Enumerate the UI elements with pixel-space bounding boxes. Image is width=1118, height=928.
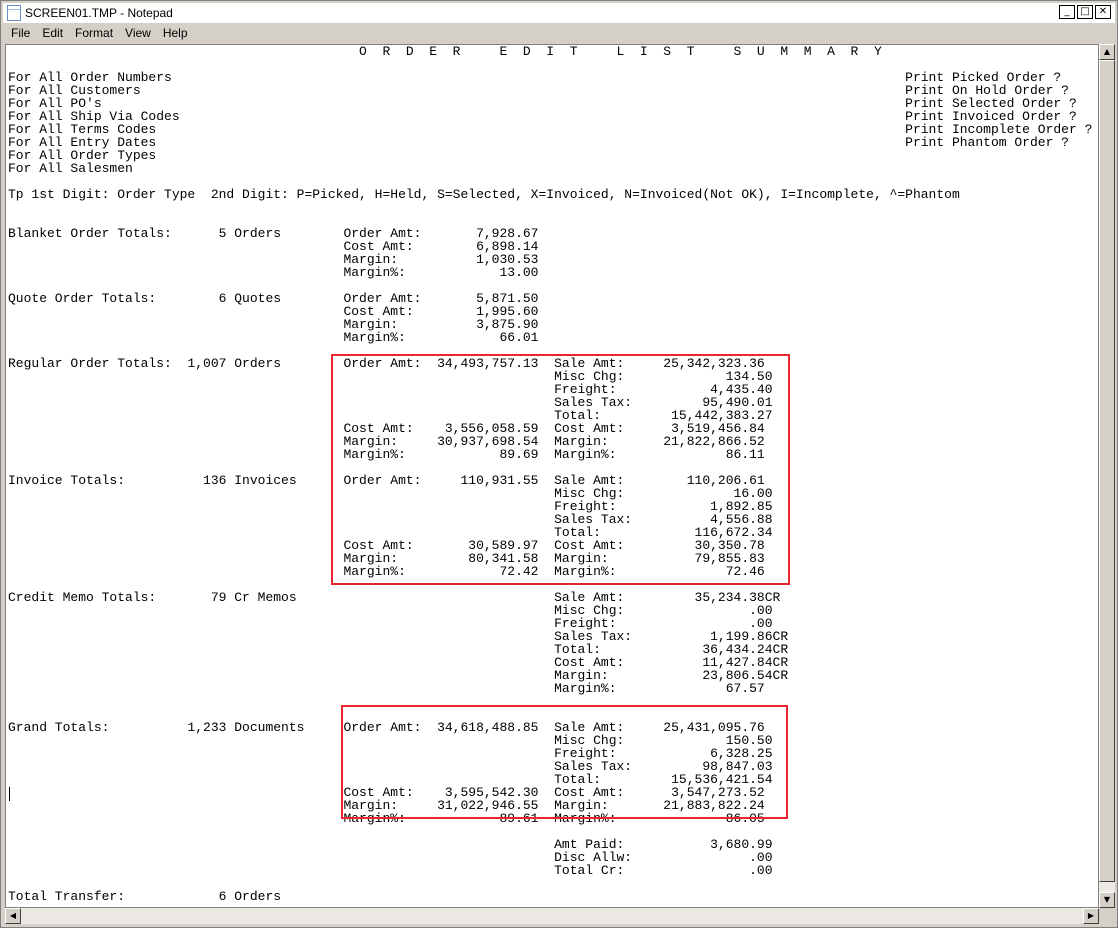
menu-format[interactable]: Format xyxy=(69,26,119,40)
report-line: For All Salesmen xyxy=(8,161,133,176)
text-editor[interactable]: O R D E R E D I T L I S T S U M M A R Y … xyxy=(5,44,1099,908)
minimize-button[interactable]: _ xyxy=(1059,5,1075,19)
window-controls: _ □ ✕ xyxy=(1059,5,1111,19)
scroll-up-button[interactable]: ▲ xyxy=(1099,44,1115,60)
menu-file[interactable]: File xyxy=(3,26,36,40)
report-line: Margin%: 13.00 xyxy=(8,265,539,280)
maximize-button[interactable]: □ xyxy=(1077,5,1093,19)
scroll-right-button[interactable]: ▶ xyxy=(1083,908,1099,924)
size-grip[interactable] xyxy=(1099,908,1115,924)
notepad-icon xyxy=(7,5,21,21)
vertical-scroll-thumb[interactable] xyxy=(1099,60,1115,882)
horizontal-scrollbar[interactable]: ◀ ▶ xyxy=(5,908,1099,924)
report-line: Total Transfer: 6 Orders xyxy=(8,889,282,904)
report-line: Margin%: 66.01 xyxy=(8,330,539,345)
report-line: Margin%: 67.57 xyxy=(8,681,765,696)
report-line: Total Cr: .00 xyxy=(8,863,773,878)
window-title: SCREEN01.TMP - Notepad xyxy=(25,6,173,20)
vertical-scrollbar[interactable]: ▲ ▼ xyxy=(1099,44,1115,908)
report-line: O R D E R E D I T L I S T S U M M A R Y xyxy=(8,44,882,59)
report-line: For All Entry Dates Print Phantom Order … xyxy=(8,135,1099,150)
regular-invoice-highlight-box xyxy=(331,354,790,585)
notepad-window: SCREEN01.TMP - Notepad _ □ ✕ File Edit F… xyxy=(0,0,1118,928)
menu-view[interactable]: View xyxy=(119,26,157,40)
scroll-down-button[interactable]: ▼ xyxy=(1099,892,1115,908)
close-button[interactable]: ✕ xyxy=(1095,5,1111,19)
menu-edit[interactable]: Edit xyxy=(36,26,69,40)
menu-bar: File Edit Format View Help xyxy=(3,24,1115,42)
title-bar[interactable]: SCREEN01.TMP - Notepad _ □ ✕ xyxy=(3,3,1115,23)
menu-help[interactable]: Help xyxy=(157,26,194,40)
text-caret xyxy=(9,787,10,801)
scroll-left-button[interactable]: ◀ xyxy=(5,908,21,924)
grand-totals-highlight-box xyxy=(341,705,788,819)
report-line: Tp 1st Digit: Order Type 2nd Digit: P=Pi… xyxy=(8,187,960,202)
